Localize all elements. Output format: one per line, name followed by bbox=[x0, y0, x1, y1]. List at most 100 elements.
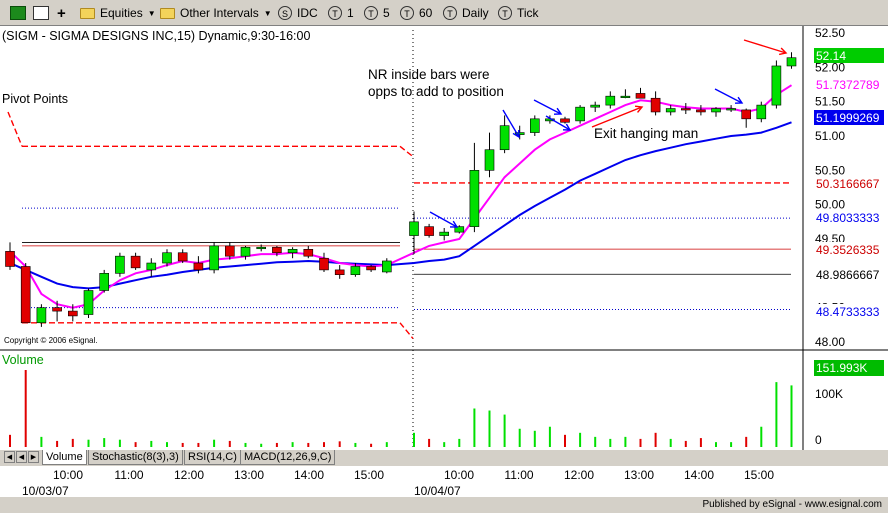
candle-body bbox=[146, 262, 157, 271]
candle-body bbox=[499, 125, 510, 151]
tab-rsi[interactable]: RSI(14,C) bbox=[184, 450, 241, 465]
tab-macd[interactable]: MACD(12,26,9,C) bbox=[240, 450, 336, 465]
candle-body bbox=[424, 226, 434, 236]
candle-body bbox=[36, 307, 47, 324]
interval-icon: T bbox=[400, 6, 414, 20]
x-tick-label: 15:00 bbox=[354, 468, 384, 482]
candle-body bbox=[334, 269, 345, 276]
scroll-right-button[interactable]: ▶ bbox=[28, 451, 39, 463]
candle-body bbox=[560, 118, 570, 123]
y-tick-label: 50.00 bbox=[815, 198, 845, 212]
scroll-left-first-button[interactable]: ◀ bbox=[4, 451, 15, 463]
y-tick-label: 51.00 bbox=[815, 129, 845, 143]
candle-body bbox=[99, 273, 109, 291]
chevron-down-icon: ▼ bbox=[263, 8, 272, 18]
interval-icon: T bbox=[364, 6, 378, 20]
interval-tick-button[interactable]: T Tick bbox=[498, 3, 539, 23]
candle-body bbox=[287, 249, 298, 254]
y-tick-label: 51.50 bbox=[815, 95, 845, 109]
interval-icon: T bbox=[328, 6, 342, 20]
candle-body bbox=[240, 246, 251, 257]
candle-body bbox=[711, 108, 721, 113]
blue-arrow bbox=[714, 88, 743, 104]
equities-dropdown[interactable]: Equities ▼ bbox=[80, 3, 156, 23]
candle-body bbox=[590, 104, 601, 108]
value-tag-label: 49.3526335 bbox=[816, 243, 880, 257]
red-arrow bbox=[743, 39, 787, 54]
candle-body bbox=[225, 245, 235, 257]
candle-body bbox=[115, 255, 125, 274]
x-tick-label: 13:00 bbox=[624, 468, 654, 482]
publisher-text: Published by eSignal - www.esignal.com bbox=[702, 499, 882, 510]
folder-icon bbox=[80, 7, 95, 19]
x-tick-label: 11:00 bbox=[504, 468, 533, 482]
candle-body bbox=[162, 252, 172, 264]
pivot-connector bbox=[399, 322, 414, 340]
scroll-left-button[interactable]: ◀ bbox=[16, 451, 27, 463]
candle-body bbox=[68, 310, 78, 317]
candle-body bbox=[484, 149, 495, 171]
candle-body bbox=[83, 290, 94, 315]
volume-tick-label: 0 bbox=[815, 433, 822, 447]
other-intervals-dropdown[interactable]: Other Intervals ▼ bbox=[160, 3, 272, 23]
x-tick-label: 14:00 bbox=[684, 468, 714, 482]
candle-body bbox=[650, 97, 661, 113]
candle-body bbox=[620, 95, 631, 98]
candle-body bbox=[786, 57, 797, 67]
value-tag-label: 48.4733333 bbox=[816, 305, 880, 319]
candle-body bbox=[350, 266, 361, 276]
blue-arrow bbox=[429, 211, 458, 228]
x-tick-label: 10:00 bbox=[53, 468, 83, 482]
annotation-text: opps to add to position bbox=[368, 84, 504, 99]
x-tick-label: 13:00 bbox=[234, 468, 264, 482]
add-icon[interactable]: + bbox=[57, 3, 66, 23]
chart-window-icon[interactable] bbox=[10, 3, 26, 23]
interval-icon: T bbox=[443, 6, 457, 20]
candle-body bbox=[635, 93, 646, 99]
candle-body bbox=[469, 170, 480, 227]
x-tick-label: 10:00 bbox=[444, 468, 474, 482]
interval-1-button[interactable]: T 1 bbox=[328, 3, 354, 23]
page-setup-icon[interactable] bbox=[33, 3, 49, 23]
blue-arrow bbox=[533, 99, 562, 115]
candle-body bbox=[696, 109, 706, 113]
y-tick-label: 52.50 bbox=[815, 26, 845, 40]
x-tick-label: 11:00 bbox=[114, 468, 143, 482]
date-label: 10/04/07 bbox=[414, 484, 461, 497]
tab-volume[interactable]: Volume bbox=[42, 450, 87, 465]
annotation-text: Exit hanging man bbox=[594, 126, 698, 141]
value-tag-label: 51.7372789 bbox=[816, 78, 880, 92]
annotation-text: NR inside bars were bbox=[368, 67, 490, 82]
candle-body bbox=[756, 104, 767, 120]
candle-body bbox=[52, 307, 62, 312]
candle-body bbox=[256, 246, 267, 250]
x-tick-label: 12:00 bbox=[174, 468, 204, 482]
candle-body bbox=[177, 252, 188, 262]
interval-5-button[interactable]: T 5 bbox=[364, 3, 390, 23]
candle-body bbox=[741, 109, 752, 120]
pivot-connector bbox=[7, 111, 23, 147]
tab-stochastic[interactable]: Stochastic(8(3),3) bbox=[88, 450, 183, 465]
value-tag-label: 52.14 bbox=[816, 49, 846, 63]
candle-body bbox=[665, 108, 676, 113]
interval-icon: T bbox=[498, 6, 512, 20]
value-tag-label: 49.8033333 bbox=[816, 211, 880, 225]
candle-body bbox=[366, 266, 376, 271]
value-tag-label: 48.9866667 bbox=[816, 268, 880, 282]
volume-pane-label: Volume bbox=[2, 353, 44, 367]
candle-body bbox=[20, 266, 31, 324]
pivot-connector bbox=[399, 145, 414, 158]
candle-body bbox=[726, 108, 736, 111]
interval-daily-button[interactable]: T Daily bbox=[443, 3, 489, 23]
price-chart[interactable]: 52.5052.0051.5051.0050.5050.0049.5049.00… bbox=[0, 26, 888, 497]
idc-button[interactable]: S IDC bbox=[278, 3, 318, 23]
date-label: 10/03/07 bbox=[22, 484, 69, 497]
interval-60-button[interactable]: T 60 bbox=[400, 3, 432, 23]
candle-body bbox=[529, 118, 540, 133]
status-bar: Published by eSignal - www.esignal.com bbox=[0, 497, 888, 513]
y-tick-label: 48.00 bbox=[815, 335, 845, 349]
value-tag-label: 50.3166667 bbox=[816, 177, 880, 191]
idc-label: IDC bbox=[297, 6, 318, 20]
candle-body bbox=[303, 249, 314, 257]
candle-body bbox=[130, 255, 141, 269]
